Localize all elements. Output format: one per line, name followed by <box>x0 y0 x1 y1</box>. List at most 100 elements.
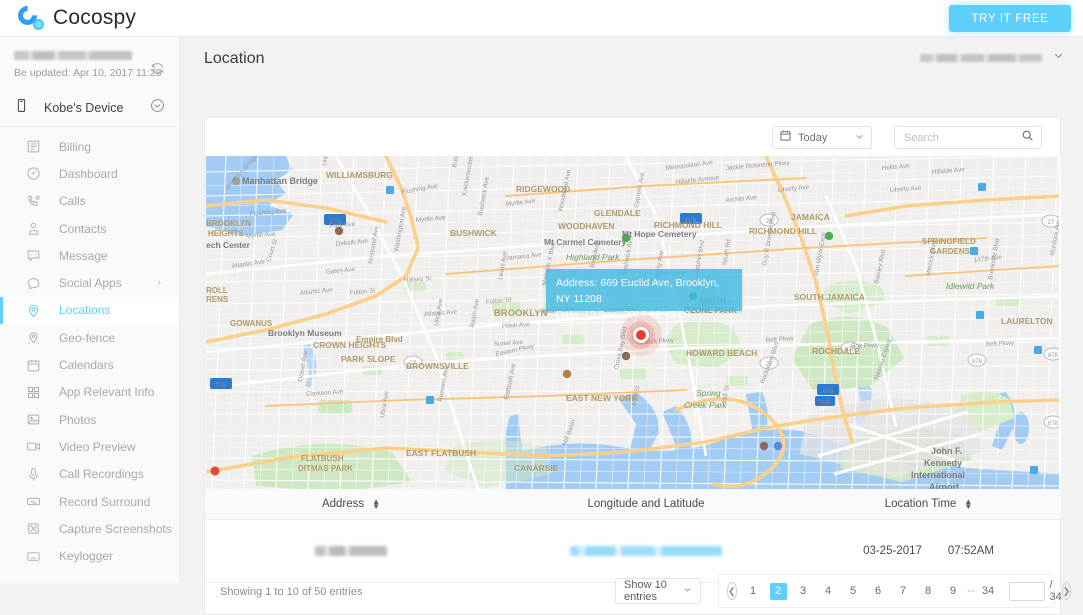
sidebar-item-record-surround[interactable]: Record Surround <box>0 488 179 515</box>
svg-text:RENS: RENS <box>206 295 229 304</box>
sidebar-item-message[interactable]: Message <box>0 242 179 269</box>
sidebar-item-billing[interactable]: Billing <box>0 133 179 160</box>
svg-text:HOWARD BEACH: HOWARD BEACH <box>686 348 757 358</box>
svg-text:Kennedy: Kennedy <box>924 458 962 468</box>
microphone-icon <box>26 467 41 482</box>
search-input[interactable] <box>902 131 1022 145</box>
sidebar-item-locations[interactable]: Locations <box>0 297 179 324</box>
cocospy-logo-icon <box>18 5 44 31</box>
chevron-left-circle-icon[interactable]: ❮ <box>727 582 737 600</box>
sidebar-item-calls[interactable]: Calls <box>0 188 179 215</box>
photo-icon <box>26 412 41 427</box>
brand-name: Cocospy <box>53 6 136 30</box>
location-date: 03-25-2017 <box>863 545 922 557</box>
cell-address <box>206 546 496 556</box>
top-bar: Cocospy TRY IT FREE <box>0 0 1083 37</box>
page-button-9[interactable]: 9 <box>945 583 962 600</box>
geofence-pin-icon <box>26 330 41 345</box>
svg-text:EAST FLATBUSH: EAST FLATBUSH <box>406 448 476 458</box>
sidebar-item-keylogger[interactable]: Keylogger <box>0 542 179 569</box>
date-filter-dropdown[interactable]: Today <box>772 126 872 149</box>
svg-text:878: 878 <box>972 359 983 365</box>
sidebar-item-geo-fence[interactable]: Geo-fence <box>0 324 179 351</box>
sidebar-menu: Billing Dashboard Calls Contacts Message… <box>0 127 179 570</box>
page-button-3[interactable]: 3 <box>795 583 812 600</box>
phone-call-icon <box>26 194 41 209</box>
chevron-down-icon <box>682 582 693 600</box>
page-size-dropdown[interactable]: Show 10 entries <box>615 578 701 604</box>
column-header-longitude-latitude: Longitude and Latitude <box>496 498 796 510</box>
sidebar-item-label: Contacts <box>59 222 106 236</box>
table-header: Address ▲▼ Longitude and Latitude Locati… <box>206 489 1061 520</box>
svg-text:878: 878 <box>1048 353 1059 359</box>
svg-text:Spring: Spring <box>696 388 721 398</box>
chat-bubble-icon <box>26 276 41 291</box>
page-jump-input[interactable] <box>1009 582 1045 601</box>
app-root: Cocospy TRY IT FREE Be updated: Apr 10, … <box>0 0 1083 583</box>
page-button-2[interactable]: 2 <box>770 583 787 600</box>
search-icon[interactable] <box>1021 129 1034 147</box>
sidebar-item-label: Record Surround <box>59 495 150 509</box>
date-filter-value: Today <box>798 132 827 144</box>
page-button-last[interactable]: 34 <box>980 583 997 600</box>
column-header-address[interactable]: Address ▲▼ <box>206 498 496 510</box>
refresh-icon[interactable] <box>150 61 165 76</box>
svg-text:Manhattan Bridge: Manhattan Bridge <box>242 176 318 186</box>
card-toolbar: Today <box>205 118 1060 156</box>
page-button-4[interactable]: 4 <box>820 583 837 600</box>
sidebar-item-label: Call Recordings <box>59 467 144 481</box>
sidebar-item-contacts[interactable]: Contacts <box>0 215 179 242</box>
chevron-down-circle-icon[interactable] <box>150 98 165 118</box>
sidebar-item-calendars[interactable]: Calendars <box>0 351 179 378</box>
sidebar-item-label: Billing <box>59 140 91 154</box>
svg-text:BROWNSVILLE: BROWNSVILLE <box>406 361 469 371</box>
sidebar-item-capture-screenshots[interactable]: Capture Screenshots <box>0 515 179 542</box>
svg-text:678: 678 <box>823 388 834 395</box>
search-box[interactable] <box>894 126 1042 149</box>
sort-icon[interactable]: ▲▼ <box>372 499 380 509</box>
page-button-8[interactable]: 8 <box>920 583 937 600</box>
svg-text:ROLL: ROLL <box>206 286 228 295</box>
dashboard-icon <box>26 166 41 181</box>
device-selector[interactable]: Kobe's Device <box>0 89 179 127</box>
map-info-tooltip: Address: 669 Euclid Ave, Brooklyn, NY 11… <box>546 269 742 311</box>
pagination: ❮ 1 2 3 4 5 6 7 8 9 ··· 34 / 34 ❯ <box>718 574 1055 608</box>
table-footer: Showing 1 to 10 of 50 entries Show 10 en… <box>206 569 1061 614</box>
column-header-location-time[interactable]: Location Time ▲▼ <box>796 498 1061 510</box>
map-canvas[interactable]: .wtr{fill:#a3ccf5} .prk{fill:#cfe8c4} .p… <box>206 156 1061 489</box>
calendar-icon <box>779 129 792 147</box>
sidebar-item-label: Message <box>59 249 108 263</box>
sort-icon[interactable]: ▲▼ <box>964 499 972 509</box>
account-summary: Be updated: Apr 10, 2017 11:28 <box>0 37 179 89</box>
sidebar-item-app-relevant-info[interactable]: App Relevant Info <box>0 379 179 406</box>
sidebar-item-label: Geo-fence <box>59 331 115 345</box>
try-it-free-button[interactable]: TRY IT FREE <box>949 5 1071 32</box>
map-marker-red-icon[interactable] <box>620 314 662 356</box>
sidebar-item-label: Capture Screenshots <box>59 522 172 536</box>
page-button-5[interactable]: 5 <box>845 583 862 600</box>
page-button-7[interactable]: 7 <box>895 583 912 600</box>
cell-longitude-latitude <box>496 546 796 556</box>
chevron-right-circle-icon[interactable]: ❯ <box>1062 582 1072 600</box>
svg-text:ech Center: ech Center <box>206 240 251 250</box>
location-time: 07:52AM <box>948 545 994 557</box>
sidebar-item-social-apps[interactable]: Social Apps › <box>0 269 179 296</box>
sidebar-item-call-recordings[interactable]: Call Recordings <box>0 461 179 488</box>
svg-text:Idlewild Park: Idlewild Park <box>946 281 995 291</box>
sidebar-item-video-preview[interactable]: Video Preview <box>0 433 179 460</box>
last-updated-label: Be updated: Apr 10, 2017 11:28 <box>14 67 165 79</box>
svg-text:Airport: Airport <box>929 482 959 489</box>
page-button-6[interactable]: 6 <box>870 583 887 600</box>
user-email-redacted <box>920 54 1042 62</box>
sidebar-item-dashboard[interactable]: Dashboard <box>0 160 179 187</box>
svg-text:HEIGHTS: HEIGHTS <box>208 229 244 238</box>
brand-logo[interactable]: Cocospy <box>18 5 136 31</box>
sidebar-item-photos[interactable]: Photos <box>0 406 179 433</box>
chevron-down-icon <box>1052 49 1065 67</box>
page-button-1[interactable]: 1 <box>745 583 762 600</box>
svg-text:PARK SLOPE: PARK SLOPE <box>341 354 396 364</box>
sidebar-item-label: Calendars <box>59 358 114 372</box>
latlng-redacted <box>570 546 722 556</box>
billing-icon <box>26 139 41 154</box>
user-account-menu[interactable] <box>920 49 1065 67</box>
